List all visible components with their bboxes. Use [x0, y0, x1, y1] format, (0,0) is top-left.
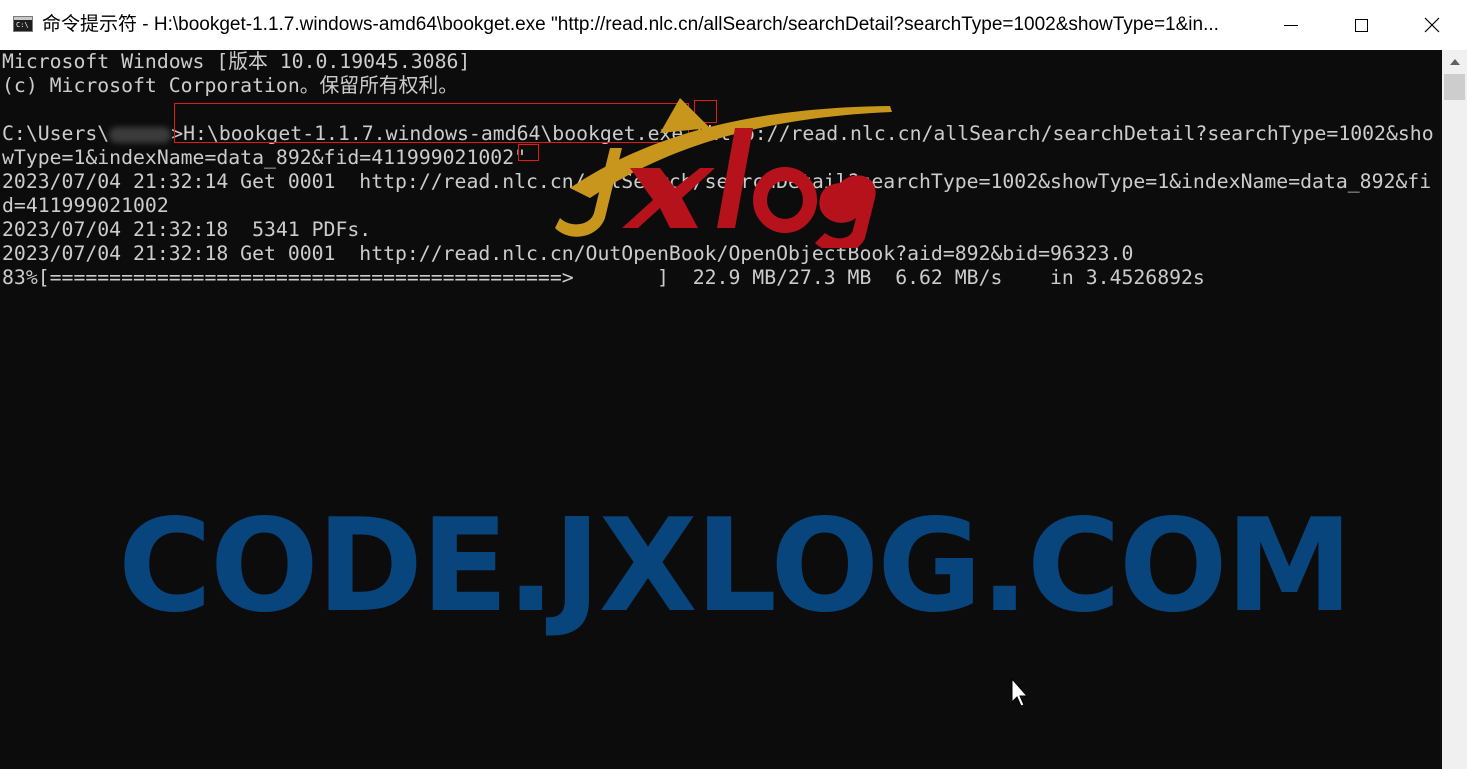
- console-output[interactable]: Microsoft Windows [版本 10.0.19045.3086] (…: [0, 50, 1442, 769]
- scroll-thumb[interactable]: [1444, 74, 1465, 100]
- console-line: 2023/07/04 21:32:18 5341 PDFs.: [2, 218, 372, 241]
- window-title: 命令提示符 - H:\bookget-1.1.7.windows-amd64\b…: [42, 14, 1219, 35]
- close-icon: [1424, 17, 1440, 33]
- jxlog-logo-watermark: [555, 98, 892, 248]
- vertical-scrollbar[interactable]: [1442, 50, 1467, 769]
- minimize-button[interactable]: [1256, 0, 1326, 50]
- close-button[interactable]: [1397, 0, 1467, 50]
- console-line: Microsoft Windows [版本 10.0.19045.3086]: [2, 50, 471, 73]
- maximize-button[interactable]: [1326, 0, 1396, 50]
- mouse-cursor-icon: [1011, 678, 1029, 707]
- console-line: (c) Microsoft Corporation。保留所有权利。: [2, 74, 458, 97]
- site-watermark: CODE.JXLOG.COM: [118, 492, 1353, 641]
- title-bar[interactable]: C:\ 命令提示符 - H:\bookget-1.1.7.windows-amd…: [0, 0, 1467, 51]
- scroll-up-button[interactable]: [1442, 50, 1467, 74]
- chevron-up-icon: [1449, 59, 1460, 65]
- progress-line: 83%[====================================…: [2, 266, 1205, 289]
- cmd-icon: C:\: [13, 16, 33, 32]
- console-line: wType=1&indexName=data_892&fid=411999021…: [2, 146, 527, 169]
- minimize-icon: [1284, 24, 1298, 26]
- redacted-username: [109, 126, 172, 143]
- maximize-icon: [1354, 18, 1368, 32]
- console-line: d=411999021002: [2, 194, 169, 217]
- prompt-prefix: C:\Users\: [2, 122, 110, 145]
